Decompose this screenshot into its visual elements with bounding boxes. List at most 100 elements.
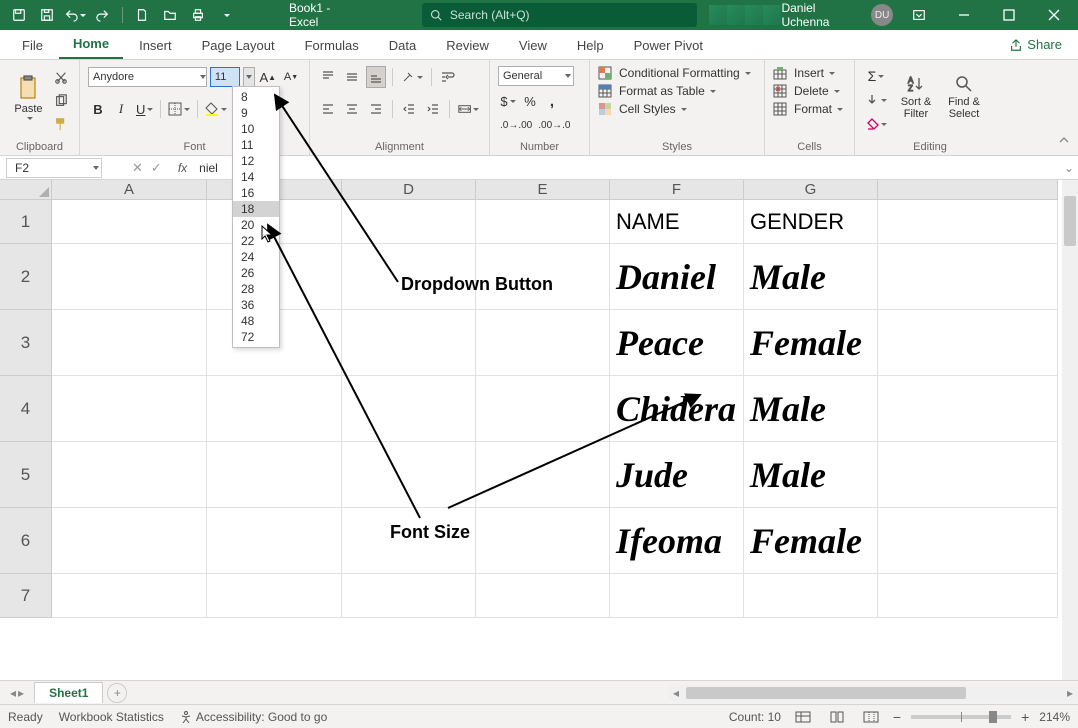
sheet-tab[interactable]: Sheet1 xyxy=(34,682,103,703)
delete-cells-button[interactable]: Delete xyxy=(773,84,846,98)
cell[interactable] xyxy=(878,442,1058,508)
font-size-option[interactable]: 48 xyxy=(233,313,279,329)
font-size-option[interactable]: 10 xyxy=(233,121,279,137)
font-size-option[interactable]: 16 xyxy=(233,185,279,201)
cell[interactable] xyxy=(476,244,610,310)
formula-bar-text[interactable]: niel xyxy=(199,161,218,175)
font-size-option[interactable]: 36 xyxy=(233,297,279,313)
tab-file[interactable]: File xyxy=(8,32,57,59)
cell[interactable] xyxy=(610,574,744,618)
italic-button[interactable]: I xyxy=(111,98,131,120)
cell[interactable] xyxy=(878,376,1058,442)
paste-button[interactable]: Paste xyxy=(8,64,49,130)
align-center-icon[interactable] xyxy=(342,98,362,120)
align-right-icon[interactable] xyxy=(366,98,386,120)
new-file-icon[interactable] xyxy=(129,2,155,28)
cell[interactable] xyxy=(342,442,476,508)
col-header[interactable]: F xyxy=(610,180,744,200)
workbook-statistics[interactable]: Workbook Statistics xyxy=(59,710,164,724)
select-all-corner[interactable] xyxy=(0,180,52,200)
font-size-option[interactable]: 24 xyxy=(233,249,279,265)
cell[interactable]: Female xyxy=(744,310,878,376)
qat-customize-icon[interactable] xyxy=(213,2,239,28)
redo-icon[interactable] xyxy=(90,2,116,28)
copy-icon[interactable] xyxy=(51,91,71,112)
cell[interactable] xyxy=(342,574,476,618)
clear-icon[interactable] xyxy=(863,114,889,134)
sheet-nav-last-icon[interactable]: ▸ xyxy=(18,686,24,700)
cell[interactable]: GENDER xyxy=(744,200,878,244)
scroll-left-icon[interactable]: ◂ xyxy=(668,685,684,701)
orientation-icon[interactable] xyxy=(399,66,425,88)
fill-icon[interactable] xyxy=(863,90,889,110)
normal-view-icon[interactable] xyxy=(791,708,815,726)
comma-icon[interactable]: , xyxy=(542,90,562,112)
cell[interactable] xyxy=(878,310,1058,376)
currency-icon[interactable]: $ xyxy=(498,90,518,112)
cell-styles-button[interactable]: Cell Styles xyxy=(598,102,756,116)
font-size-option[interactable]: 26 xyxy=(233,265,279,281)
align-left-icon[interactable] xyxy=(318,98,338,120)
zoom-out-icon[interactable]: − xyxy=(893,709,901,725)
zoom-slider[interactable] xyxy=(911,715,1011,719)
font-size-combo[interactable]: 11 xyxy=(210,67,240,87)
cell[interactable]: Male xyxy=(744,244,878,310)
minimize-icon[interactable] xyxy=(944,0,983,30)
tab-power-pivot[interactable]: Power Pivot xyxy=(620,32,717,59)
tab-page-layout[interactable]: Page Layout xyxy=(188,32,289,59)
add-sheet-button[interactable]: + xyxy=(107,683,127,703)
row-header[interactable]: 5 xyxy=(0,442,52,508)
enter-formula-icon[interactable]: ✓ xyxy=(151,160,162,176)
page-layout-view-icon[interactable] xyxy=(825,708,849,726)
cell[interactable] xyxy=(342,200,476,244)
tab-view[interactable]: View xyxy=(505,32,561,59)
row-header[interactable]: 6 xyxy=(0,508,52,574)
cell[interactable] xyxy=(476,376,610,442)
decrease-decimal-icon[interactable]: .00→.0 xyxy=(536,114,572,136)
cell[interactable]: NAME xyxy=(610,200,744,244)
cell[interactable] xyxy=(52,376,207,442)
cell[interactable]: Peace xyxy=(610,310,744,376)
cell[interactable] xyxy=(207,508,342,574)
share-button[interactable]: Share xyxy=(1003,35,1068,54)
cell[interactable] xyxy=(52,442,207,508)
vertical-scrollbar[interactable] xyxy=(1062,180,1078,680)
font-size-dropdown[interactable]: 8 9 10 11 12 14 16 18 20 22 24 26 28 36 … xyxy=(232,86,280,348)
search-box[interactable]: Search (Alt+Q) xyxy=(422,3,698,27)
page-break-view-icon[interactable] xyxy=(859,708,883,726)
col-header[interactable] xyxy=(878,180,1058,200)
close-icon[interactable] xyxy=(1035,0,1074,30)
cell[interactable] xyxy=(476,508,610,574)
save-icon[interactable] xyxy=(34,2,60,28)
merge-center-icon[interactable] xyxy=(456,98,481,120)
collapse-ribbon-icon[interactable] xyxy=(1054,129,1074,151)
cell[interactable] xyxy=(878,200,1058,244)
cell[interactable]: Female xyxy=(744,508,878,574)
cell[interactable] xyxy=(744,574,878,618)
decrease-indent-icon[interactable] xyxy=(399,98,419,120)
fx-icon[interactable]: fx xyxy=(178,161,187,175)
autosum-icon[interactable]: Σ xyxy=(863,66,889,86)
print-icon[interactable] xyxy=(185,2,211,28)
scroll-right-icon[interactable]: ▸ xyxy=(1062,685,1078,701)
number-format-combo[interactable]: General xyxy=(498,66,574,86)
row-header[interactable]: 3 xyxy=(0,310,52,376)
cell[interactable]: Male xyxy=(744,442,878,508)
font-size-option[interactable]: 8 xyxy=(233,89,279,105)
conditional-formatting-button[interactable]: Conditional Formatting xyxy=(598,66,756,80)
autosave-icon[interactable] xyxy=(6,2,32,28)
user-name[interactable]: Daniel Uchenna xyxy=(781,1,865,29)
cell[interactable] xyxy=(342,376,476,442)
font-size-option[interactable]: 14 xyxy=(233,169,279,185)
avatar[interactable]: DU xyxy=(871,4,893,26)
cell[interactable] xyxy=(878,508,1058,574)
row-header[interactable]: 2 xyxy=(0,244,52,310)
cell[interactable] xyxy=(342,508,476,574)
cell[interactable] xyxy=(878,244,1058,310)
cell[interactable] xyxy=(52,574,207,618)
cell[interactable] xyxy=(207,442,342,508)
cancel-formula-icon[interactable]: ✕ xyxy=(132,160,143,176)
tab-home[interactable]: Home xyxy=(59,30,123,59)
cell[interactable] xyxy=(207,376,342,442)
undo-icon[interactable] xyxy=(62,2,88,28)
